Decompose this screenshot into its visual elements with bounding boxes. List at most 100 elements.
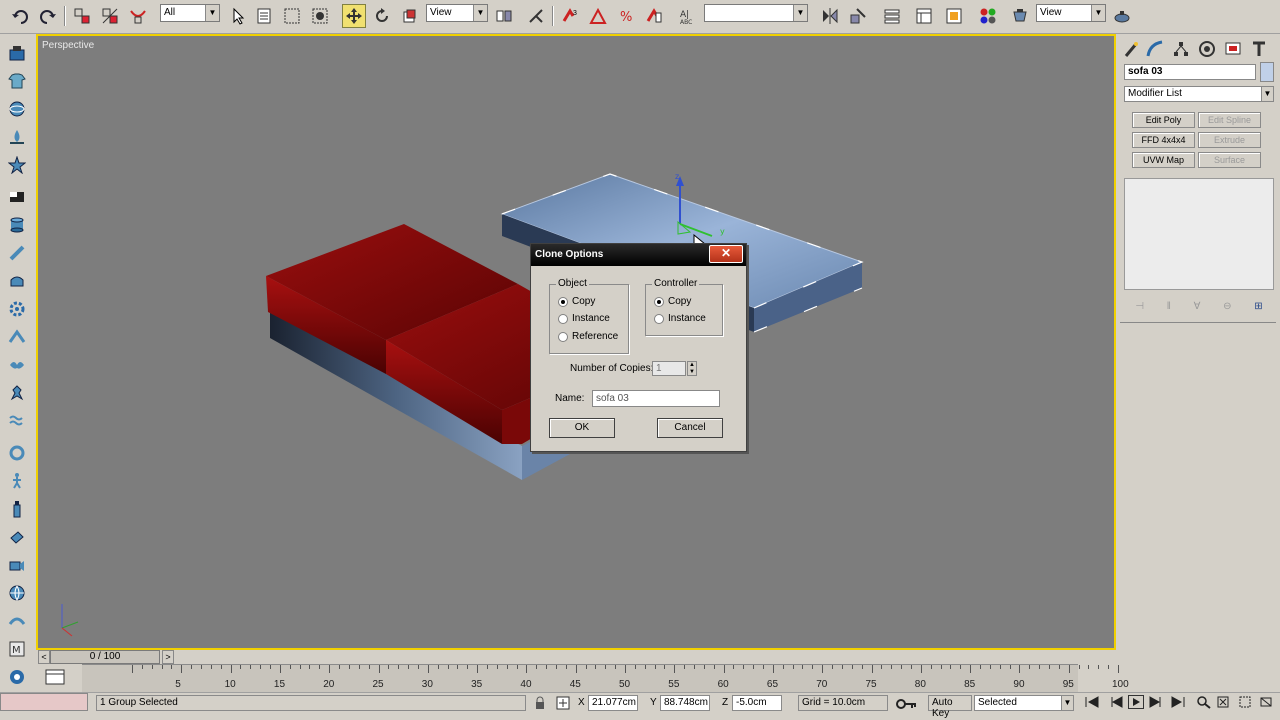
helper-icon[interactable] [6,326,28,348]
select-and-rotate-icon[interactable] [370,4,394,28]
motion-tab-icon[interactable] [1196,38,1218,60]
rectangular-selection-icon[interactable] [280,4,304,28]
undo-icon[interactable] [8,4,32,28]
object-name-field[interactable]: sofa 03 [1124,64,1256,80]
x-coordinate-field[interactable]: 21.077cm [588,695,638,711]
bird-icon[interactable] [6,354,28,376]
modifier-list-dropdown[interactable]: Modifier List ▼ [1124,86,1274,102]
object-color-swatch[interactable] [1260,62,1274,82]
layer-manager-icon[interactable] [880,4,904,28]
name-input[interactable]: sofa 03 [592,390,720,407]
edit-poly-button[interactable]: Edit Poly [1132,112,1195,128]
use-pivot-center-icon[interactable] [492,4,516,28]
globe-icon[interactable] [6,582,28,604]
teapot-icon[interactable] [6,270,28,292]
align-icon[interactable] [846,4,870,28]
sphere-icon[interactable] [6,98,28,120]
pin-stack-icon[interactable]: ⊣ [1135,301,1144,312]
time-slider-prev[interactable]: < [38,650,50,664]
time-slider-next[interactable]: > [162,650,174,664]
spline-icon[interactable] [6,610,28,632]
window-crossing-icon[interactable] [308,4,332,28]
object-instance-radio[interactable]: Instance [558,313,610,324]
container-icon[interactable] [6,42,28,64]
show-end-result-icon[interactable]: ‖ [1167,301,1171,312]
track-bar[interactable]: 5 10 15 20 25 30 35 40 45 50 55 60 65 70 75 80 85 90 95 100 [82,664,1129,692]
controller-copy-radio[interactable]: Copy [654,296,691,307]
go-to-start-icon[interactable] [1084,696,1100,711]
cylinder-icon[interactable] [6,214,28,236]
play-icon[interactable] [1128,695,1144,709]
zoom-icon[interactable] [1196,695,1212,712]
cancel-button[interactable]: Cancel [657,418,723,438]
make-unique-icon[interactable]: ∀ [1194,301,1201,312]
unlink-selection-icon[interactable] [98,4,122,28]
selection-filter-dropdown[interactable]: All ▼ [160,4,220,22]
key-filter-dropdown[interactable]: Selected ▼ [974,695,1074,711]
percent-snap-icon[interactable]: % [614,4,638,28]
shirt-icon[interactable] [6,70,28,92]
maxscript-icon[interactable]: M [6,638,28,660]
auto-key-button[interactable]: Auto Key [928,695,972,719]
create-tab-icon[interactable] [1120,38,1142,60]
camera-icon[interactable] [6,554,28,576]
select-and-move-icon[interactable] [342,4,366,28]
light-icon[interactable] [6,526,28,548]
utilities-tab-icon[interactable] [1248,38,1270,60]
gear-icon[interactable] [6,298,28,320]
modifier-stack[interactable] [1124,178,1274,290]
region-zoom-icon[interactable] [1238,695,1254,712]
remove-modifier-icon[interactable]: ⊖ [1223,301,1231,312]
object-reference-radio[interactable]: Reference [558,331,618,342]
star-icon[interactable] [6,154,28,176]
next-frame-icon[interactable] [1148,696,1164,711]
extrude-button[interactable]: Extrude [1198,132,1261,148]
spinner-snap-icon[interactable] [642,4,666,28]
select-and-manipulate-icon[interactable] [524,4,548,28]
select-by-name-icon[interactable] [252,4,276,28]
biped-icon[interactable] [6,470,28,492]
key-icon[interactable] [896,697,918,714]
open-mini-curve-editor-icon[interactable] [44,668,66,686]
select-and-link-icon[interactable] [70,4,94,28]
curve-editor-icon[interactable] [912,4,936,28]
copies-spinner-arrows[interactable]: ▲ ▼ [687,361,697,376]
surface-button[interactable]: Surface [1198,152,1261,168]
angle-snap-icon[interactable] [586,4,610,28]
select-object-icon[interactable] [226,4,250,28]
render-viewport-dropdown[interactable]: View ▼ [1036,4,1106,22]
modify-tab-icon[interactable] [1144,38,1166,60]
previous-frame-icon[interactable] [1108,696,1124,711]
quick-render-icon[interactable] [1110,4,1134,28]
z-coordinate-field[interactable]: -5.0cm [732,695,782,711]
bind-to-space-warp-icon[interactable] [126,4,150,28]
uvw-map-button[interactable]: UVW Map [1132,152,1195,168]
maxscript-listener[interactable] [0,693,88,711]
schematic-view-icon[interactable] [942,4,966,28]
lock-icon[interactable] [534,696,546,713]
copies-spinner[interactable]: 1 [652,361,686,376]
hierarchy-tab-icon[interactable] [1170,38,1192,60]
go-to-end-icon[interactable] [1170,696,1186,711]
edit-spline-button[interactable]: Edit Spline [1198,112,1261,128]
box-icon[interactable] [6,186,28,208]
hose-icon[interactable] [6,442,28,464]
figure-icon[interactable] [6,382,28,404]
bottle-icon[interactable] [6,498,28,520]
wave-icon[interactable] [6,410,28,432]
ffd-button[interactable]: FFD 4x4x4 [1132,132,1195,148]
edit-named-selection-icon[interactable]: A| ABC [676,4,700,28]
display-tab-icon[interactable] [1222,38,1244,60]
y-coordinate-field[interactable]: 88.748cm [660,695,710,711]
select-and-scale-icon[interactable] [398,4,422,28]
reference-coordinate-dropdown[interactable]: View ▼ [426,4,488,22]
render-setup-icon[interactable] [1008,4,1032,28]
object-copy-radio[interactable]: Copy [558,296,595,307]
time-slider[interactable] [36,650,1116,664]
close-button[interactable]: ✕ [709,245,743,263]
time-slider-thumb[interactable]: 0 / 100 [50,650,160,664]
zoom-extents-icon[interactable] [1216,695,1232,712]
controller-instance-radio[interactable]: Instance [654,313,706,324]
mirror-icon[interactable] [818,4,842,28]
named-selection-set-dropdown[interactable]: ▼ [704,4,808,22]
